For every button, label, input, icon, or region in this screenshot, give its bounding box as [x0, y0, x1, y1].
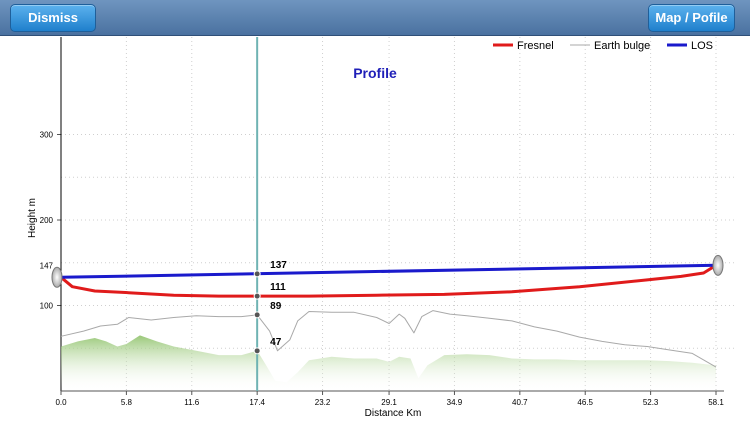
- x-tick-label: 0.0: [55, 398, 67, 407]
- x-axis-label: Distance Km: [365, 408, 422, 419]
- series-line-los: [60, 263, 717, 279]
- legend-entry: Fresnel: [517, 40, 554, 52]
- x-tick-label: 34.9: [447, 398, 463, 407]
- grid: [61, 37, 736, 391]
- crosshair-value-label: 137: [270, 260, 287, 271]
- x-tick-label: 46.5: [577, 398, 593, 407]
- crosshair-value-label: 89: [270, 301, 282, 312]
- map-profile-button[interactable]: Map / Pofile: [648, 4, 735, 32]
- dismiss-button[interactable]: Dismiss: [10, 4, 96, 32]
- legend-entry: Earth bulge: [594, 40, 650, 52]
- x-tick-label: 52.3: [643, 398, 659, 407]
- x-tick-label: 40.7: [512, 398, 528, 407]
- crosshair-value-label: 111: [270, 282, 286, 293]
- crosshair-point[interactable]: [253, 311, 261, 319]
- antenna-right-icon: [712, 254, 724, 276]
- crosshair-value-label: 47: [270, 337, 282, 348]
- legend: Fresnel Earth bulge LOS: [493, 40, 713, 52]
- crosshair-point[interactable]: [253, 270, 261, 278]
- x-tick-label: 58.1: [708, 398, 724, 407]
- y-tick-label: 300: [40, 131, 54, 140]
- y-marker-tick-label: 147: [40, 261, 54, 270]
- y-tick-label: 200: [40, 216, 54, 225]
- y-axis-label: Height m: [27, 198, 38, 238]
- profile-chart: 0.0 5.8 11.6 17.4 23.2 29.1 34.9 40.7 46.5 52.3 58…: [27, 37, 736, 419]
- x-tick-label: 5.8: [121, 398, 133, 407]
- antenna-left-icon: [51, 266, 63, 288]
- x-tick-label: 11.6: [184, 398, 200, 407]
- x-tick-label: 29.1: [381, 398, 397, 407]
- x-tick-label: 17.4: [249, 398, 265, 407]
- crosshair-point[interactable]: [253, 347, 261, 355]
- crosshair[interactable]: 137 111 89 47: [253, 37, 287, 391]
- top-toolbar: Dismiss Map / Pofile: [0, 0, 750, 36]
- legend-entry: LOS: [691, 40, 713, 52]
- y-tick-label: 100: [40, 302, 54, 311]
- x-tick-label: 23.2: [315, 398, 331, 407]
- crosshair-point[interactable]: [253, 292, 261, 300]
- chart-title: Profile: [353, 65, 397, 81]
